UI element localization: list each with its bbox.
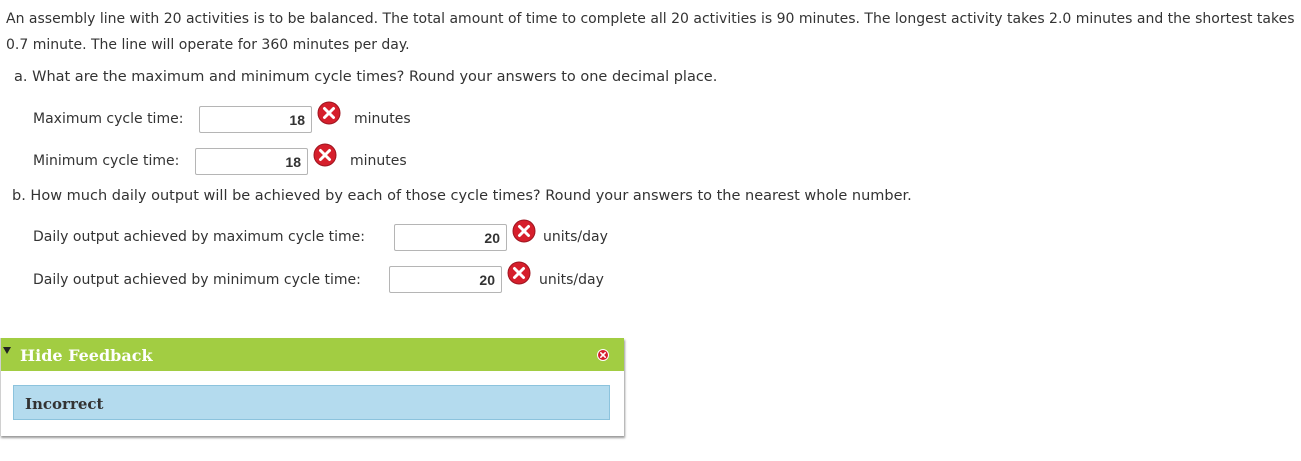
max-cycle-time-input[interactable] — [199, 106, 312, 133]
hide-feedback-toggle[interactable]: Hide Feedback — [20, 346, 153, 365]
feedback-header[interactable]: Hide Feedback — [1, 338, 624, 371]
max-cycle-time-label: Maximum cycle time: — [33, 111, 184, 127]
feedback-message-box: Incorrect — [13, 385, 610, 420]
min-cycle-time-label: Minimum cycle time: — [33, 153, 180, 169]
question-a: a. What are the maximum and minimum cycl… — [14, 69, 718, 85]
caret-down-icon[interactable] — [3, 347, 11, 354]
daily-output-max-unit: units/day — [543, 229, 608, 245]
min-cycle-time-input[interactable] — [195, 148, 308, 175]
daily-output-min-label: Daily output achieved by minimum cycle t… — [33, 272, 361, 288]
max-cycle-time-unit: minutes — [354, 111, 411, 127]
incorrect-x-icon — [507, 261, 531, 285]
daily-output-min-input[interactable] — [389, 266, 502, 293]
daily-output-max-label: Daily output achieved by maximum cycle t… — [33, 229, 365, 245]
close-icon[interactable] — [597, 349, 609, 361]
question-b: b. How much daily output will be achieve… — [12, 188, 912, 204]
feedback-panel: Hide Feedback Incorrect — [0, 338, 624, 436]
daily-output-max-input[interactable] — [394, 224, 507, 251]
feedback-message: Incorrect — [25, 395, 104, 413]
incorrect-x-icon — [317, 101, 341, 125]
min-cycle-time-unit: minutes — [350, 153, 407, 169]
incorrect-x-icon — [512, 219, 536, 243]
daily-output-min-unit: units/day — [539, 272, 604, 288]
incorrect-x-icon — [313, 143, 337, 167]
problem-statement: An assembly line with 20 activities is t… — [6, 11, 1295, 53]
